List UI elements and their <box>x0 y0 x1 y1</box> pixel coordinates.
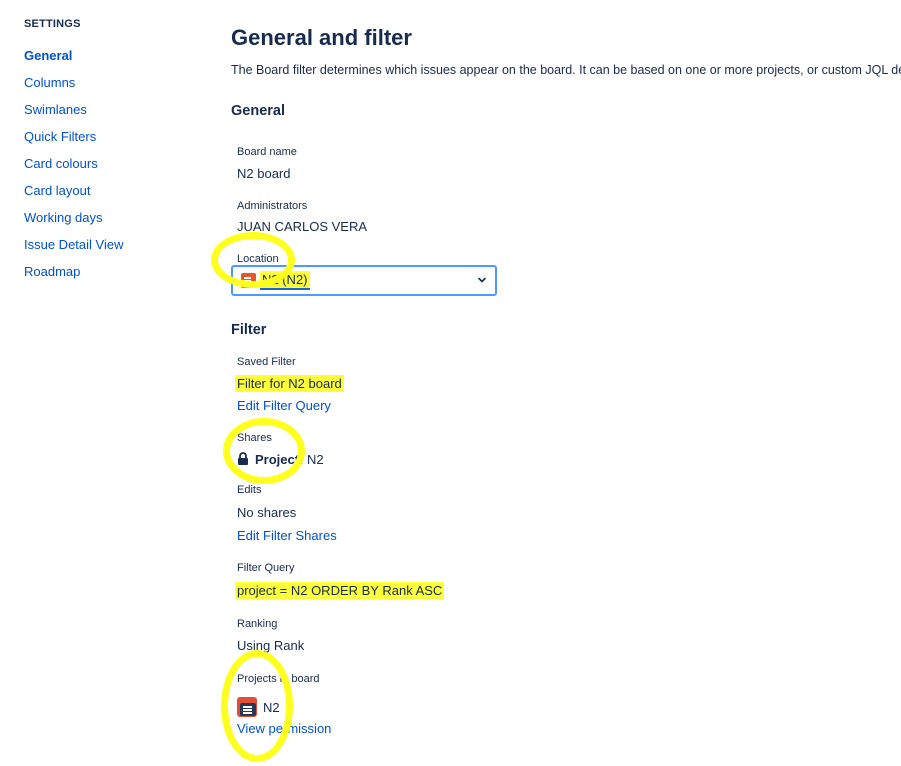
filter-query-value: project = N2 ORDER BY Rank ASC <box>235 582 445 599</box>
project-icon <box>241 273 256 288</box>
project-avatar-icon <box>237 697 257 717</box>
saved-filter-name: Filter for N2 board <box>235 375 344 392</box>
ranking-label: Ranking <box>237 618 278 630</box>
shares-project-name: N2 <box>307 452 324 467</box>
board-settings-page: SETTINGS General Columns Swimlanes Quick… <box>0 0 901 766</box>
location-select[interactable]: N2 (N2) <box>231 265 497 296</box>
shares-project-prefix: Project: <box>255 452 304 467</box>
edit-filter-shares-link[interactable]: Edit Filter Shares <box>237 528 337 543</box>
sidebar-item-general[interactable]: General <box>24 42 184 69</box>
filter-query-text: project = N2 ORDER BY Rank ASC <box>235 582 445 599</box>
sidebar-item-roadmap[interactable]: Roadmap <box>24 258 184 285</box>
page-title: General and filter <box>231 25 412 50</box>
location-selected-value: N2 (N2) <box>241 271 310 290</box>
sidebar-item-columns[interactable]: Columns <box>24 69 184 96</box>
sidebar-item-quick-filters[interactable]: Quick Filters <box>24 123 184 150</box>
shares-value: Project: N2 <box>237 452 324 467</box>
chevron-down-icon <box>478 277 486 283</box>
sidebar-item-working-days[interactable]: Working days <box>24 204 184 231</box>
lock-icon <box>238 452 248 465</box>
shares-label: Shares <box>237 432 272 444</box>
saved-filter-label: Saved Filter <box>237 356 296 368</box>
ranking-value: Using Rank <box>237 638 305 653</box>
edits-label: Edits <box>237 484 262 496</box>
sidebar-heading: SETTINGS <box>24 18 81 30</box>
location-label: Location <box>237 253 279 265</box>
sidebar-item-issue-detail-view[interactable]: Issue Detail View <box>24 231 184 258</box>
filter-query-label: Filter Query <box>237 562 295 574</box>
board-name-label: Board name <box>237 146 297 158</box>
project-name: N2 <box>263 699 280 715</box>
page-description: The Board filter determines which issues… <box>231 63 901 77</box>
projects-in-board-label: Projects in board <box>237 673 320 685</box>
sidebar-item-swimlanes[interactable]: Swimlanes <box>24 96 184 123</box>
project-list-item[interactable]: N2 <box>237 697 280 717</box>
settings-sidebar: SETTINGS General Columns Swimlanes Quick… <box>24 16 184 285</box>
general-section-heading: General <box>231 103 285 119</box>
sidebar-item-card-layout[interactable]: Card layout <box>24 177 184 204</box>
board-name-value: N2 board <box>237 166 291 181</box>
marker-circle-shares <box>223 418 305 484</box>
sidebar-item-card-colours[interactable]: Card colours <box>24 150 184 177</box>
edit-filter-query-link[interactable]: Edit Filter Query <box>237 398 331 413</box>
filter-section-heading: Filter <box>231 322 267 338</box>
administrators-label: Administrators <box>237 200 308 212</box>
administrators-value: JUAN CARLOS VERA <box>237 219 368 234</box>
view-permission-link[interactable]: View permission <box>237 721 331 736</box>
saved-filter-value: Filter for N2 board <box>235 375 344 392</box>
edits-value: No shares <box>237 505 297 520</box>
location-select-text: N2 (N2) <box>260 271 310 290</box>
